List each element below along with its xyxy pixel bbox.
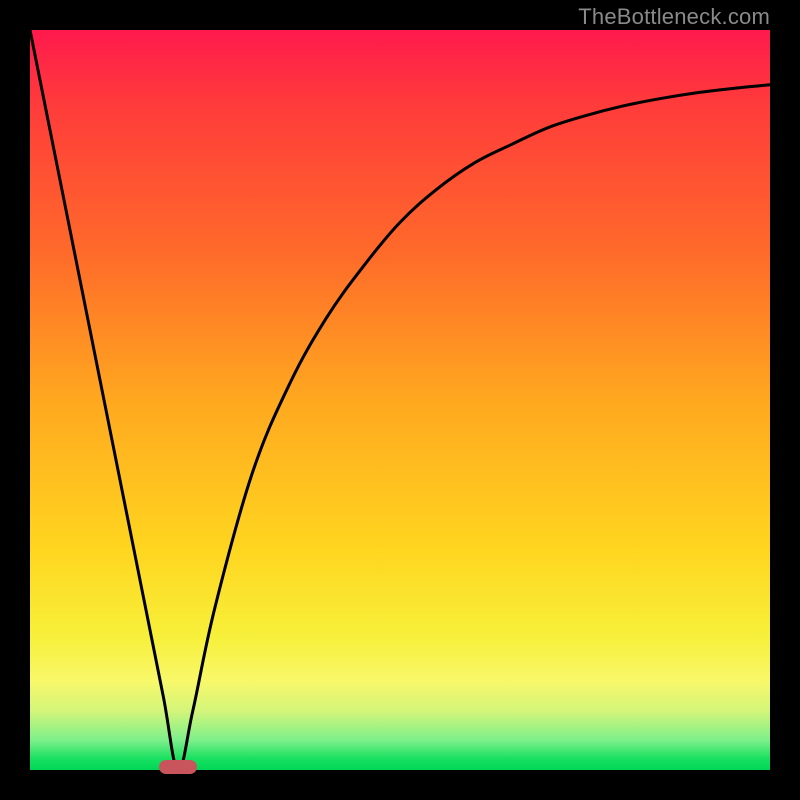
curve-svg [30,30,770,770]
plot-area [30,30,770,770]
watermark-text: TheBottleneck.com [578,4,770,30]
bottleneck-curve [30,30,770,770]
bottleneck-marker [159,760,197,774]
chart-frame: TheBottleneck.com [0,0,800,800]
